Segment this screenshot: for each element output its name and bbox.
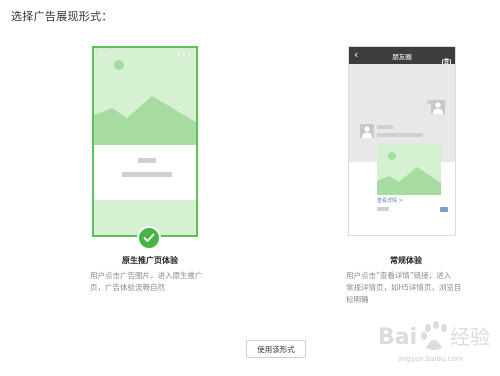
- selected-check-icon: [137, 226, 161, 250]
- landscape-icon: [94, 60, 196, 145]
- native-hero-image: • • • • •: [94, 48, 196, 145]
- placeholder-time-line: [377, 207, 389, 211]
- description-line: 用户点击广告图片，进入原生推广: [90, 271, 203, 280]
- use-this-format-button[interactable]: 使用该形式: [246, 340, 306, 358]
- svg-text:经验: 经验: [450, 325, 490, 349]
- description-line: 页，广告体验流畅自然: [90, 283, 165, 292]
- preview-nav-title: 朋友圈: [392, 53, 412, 61]
- view-details-link[interactable]: 查看详情 >: [377, 197, 403, 204]
- cover-avatar-icon: [431, 100, 445, 114]
- comment-icon: [440, 207, 448, 212]
- option-regular-preview[interactable]: ‹ 朋友圈 查看详情 >: [348, 46, 456, 236]
- preview-nav-bar: ‹ 朋友圈: [349, 47, 455, 66]
- placeholder-username-line: [377, 125, 393, 129]
- option-regular-title: 常规体验: [390, 256, 422, 265]
- page-heading: 选择广告展现形式：: [11, 10, 113, 23]
- placeholder-title-line: [138, 158, 156, 163]
- option-native-preview[interactable]: • • • • •: [92, 46, 198, 237]
- landscape-icon: [377, 152, 441, 195]
- description-line: 标明确: [346, 295, 369, 304]
- placeholder-post-text-line: [377, 133, 423, 137]
- option-native-title: 原生推广页体验: [122, 256, 178, 265]
- description-line: 用户点击“查看详情”链接，进入: [346, 271, 452, 280]
- option-regular-description: 用户点击“查看详情”链接，进入 常规详情页，如H5详情页，浏览目 标明确: [346, 270, 461, 306]
- svg-text:Bai: Bai: [378, 325, 417, 350]
- user-avatar-icon: [360, 124, 374, 138]
- option-native-description: 用户点击广告图片，进入原生推广 页，广告体验流畅自然: [90, 270, 203, 294]
- placeholder-text-line: [122, 172, 172, 177]
- watermark-url: jingyan.baidu.com: [398, 355, 463, 363]
- ad-image: [377, 143, 441, 195]
- description-line: 常规详情页，如H5详情页，浏览目: [346, 283, 462, 292]
